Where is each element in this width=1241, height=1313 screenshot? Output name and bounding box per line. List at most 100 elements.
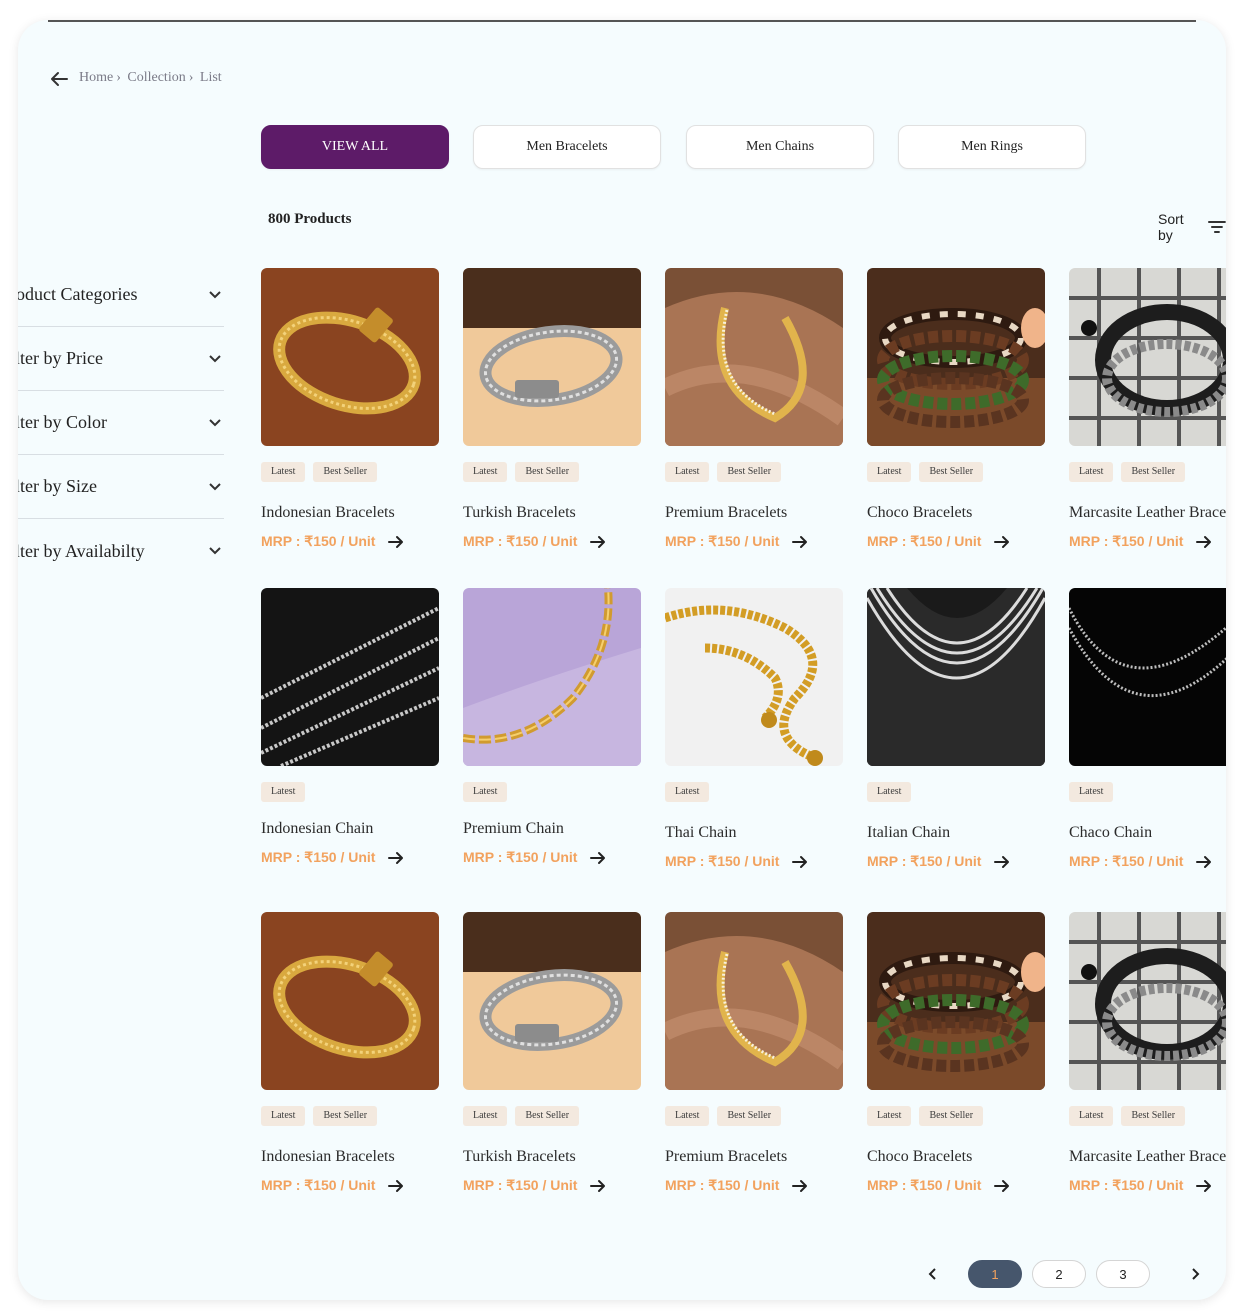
product-price: MRP : ₹150 / Unit xyxy=(261,533,405,550)
badge-latest: Latest xyxy=(463,782,508,802)
badge-group: Latest Best Seller xyxy=(867,462,984,482)
product-name[interactable]: Indonesian Chain xyxy=(261,820,373,838)
product-image[interactable] xyxy=(867,912,1045,1090)
product-name[interactable]: Turkish Bracelets xyxy=(463,504,576,522)
arrow-right-icon[interactable] xyxy=(1195,1179,1213,1193)
arrow-right-icon[interactable] xyxy=(1195,535,1213,549)
badge-group: Latest Best Seller xyxy=(261,1106,378,1126)
product-price: MRP : ₹150 / Unit xyxy=(665,853,809,870)
filter-color[interactable]: Filter by Color xyxy=(18,391,224,455)
product-card[interactable]: Latest Best Seller Turkish Bracelets MRP : … xyxy=(463,268,643,549)
product-card[interactable]: Latest Indonesian Chain MRP : ₹150 / Unit xyxy=(261,588,441,865)
arrow-right-icon[interactable] xyxy=(791,855,809,869)
tab-men-rings[interactable]: Men Rings xyxy=(898,125,1086,169)
chevron-down-icon xyxy=(209,290,221,298)
product-image[interactable] xyxy=(665,268,843,446)
product-price: MRP : ₹150 / Unit xyxy=(867,853,1011,870)
product-image[interactable] xyxy=(1069,588,1226,766)
product-name[interactable]: Indonesian Bracelets xyxy=(261,1148,395,1166)
product-image[interactable] xyxy=(261,588,439,766)
page-button-1[interactable]: 1 xyxy=(968,1260,1022,1288)
badge-best-seller: Best Seller xyxy=(919,462,984,482)
arrow-right-icon[interactable] xyxy=(589,851,607,865)
price-text: MRP : ₹150 / Unit xyxy=(261,1177,376,1193)
product-name[interactable]: Indonesian Bracelets xyxy=(261,504,395,522)
product-card[interactable]: Latest Best Seller Indonesian Bracelets MRP… xyxy=(261,912,441,1193)
tab-men-bracelets[interactable]: Men Bracelets xyxy=(473,125,661,169)
filter-product-categories[interactable]: Product Categories xyxy=(18,263,224,327)
product-image[interactable] xyxy=(867,268,1045,446)
page-button-2[interactable]: 2 xyxy=(1032,1260,1086,1288)
product-image[interactable] xyxy=(463,912,641,1090)
product-image[interactable] xyxy=(1069,912,1226,1090)
filter-size[interactable]: Filter by Size xyxy=(18,455,224,519)
arrow-right-icon[interactable] xyxy=(387,535,405,549)
product-card[interactable]: Latest Best Seller Premium Bracelets MRP : … xyxy=(665,912,845,1193)
arrow-right-icon[interactable] xyxy=(993,1179,1011,1193)
product-name[interactable]: Marcasite Leather Bracelets xyxy=(1069,504,1226,522)
back-arrow-icon[interactable] xyxy=(48,68,70,90)
price-text: MRP : ₹150 / Unit xyxy=(1069,533,1184,549)
product-card[interactable]: Latest Chaco Chain MRP : ₹150 / Unit xyxy=(1069,588,1226,869)
product-name[interactable]: Choco Bracelets xyxy=(867,1148,972,1166)
product-image[interactable] xyxy=(1069,268,1226,446)
product-name[interactable]: Premium Bracelets xyxy=(665,504,787,522)
page-frame: Home › Collection › List VIEW ALL Men Brac… xyxy=(18,20,1226,1300)
product-name[interactable]: Thai Chain xyxy=(665,824,737,842)
arrow-right-icon[interactable] xyxy=(387,1179,405,1193)
product-card[interactable]: Latest Best Seller Marcasite Leather Brace… xyxy=(1069,268,1226,549)
arrow-right-icon[interactable] xyxy=(791,1179,809,1193)
product-image[interactable] xyxy=(463,268,641,446)
filter-availability[interactable]: Filter by Availabilty xyxy=(18,519,224,583)
chevron-right-icon[interactable] xyxy=(1186,1265,1204,1283)
page-button-3[interactable]: 3 xyxy=(1096,1260,1150,1288)
filter-price[interactable]: Filter by Price xyxy=(18,327,224,391)
arrow-right-icon[interactable] xyxy=(387,851,405,865)
chevron-left-icon[interactable] xyxy=(924,1265,942,1283)
product-name[interactable]: Italian Chain xyxy=(867,824,950,842)
product-name[interactable]: Turkish Bracelets xyxy=(463,1148,576,1166)
arrow-right-icon[interactable] xyxy=(589,535,607,549)
product-card[interactable]: Latest Italian Chain MRP : ₹150 / Unit xyxy=(867,588,1047,869)
product-image[interactable] xyxy=(867,588,1045,766)
product-name[interactable]: Chaco Chain xyxy=(1069,824,1152,842)
badge-latest: Latest xyxy=(867,1106,912,1126)
badge-latest: Latest xyxy=(1069,1106,1114,1126)
chevron-down-icon xyxy=(209,418,221,426)
product-card[interactable]: Latest Best Seller Choco Bracelets MRP : ₹1… xyxy=(867,268,1047,549)
product-name[interactable]: Choco Bracelets xyxy=(867,504,972,522)
breadcrumb-collection[interactable]: Collection xyxy=(127,70,185,85)
product-name[interactable]: Premium Bracelets xyxy=(665,1148,787,1166)
badge-group: Latest Best Seller xyxy=(1069,1106,1186,1126)
breadcrumb-home[interactable]: Home xyxy=(79,70,113,85)
badge-best-seller: Best Seller xyxy=(515,462,580,482)
arrow-right-icon[interactable] xyxy=(993,535,1011,549)
product-image[interactable] xyxy=(261,912,439,1090)
tab-men-chains[interactable]: Men Chains xyxy=(686,125,874,169)
sort-icon xyxy=(1208,221,1226,233)
arrow-right-icon[interactable] xyxy=(993,855,1011,869)
filter-label: Filter by Color xyxy=(18,412,107,432)
arrow-right-icon[interactable] xyxy=(791,535,809,549)
price-text: MRP : ₹150 / Unit xyxy=(463,1177,578,1193)
product-card[interactable]: Latest Premium Chain MRP : ₹150 / Unit xyxy=(463,588,643,865)
product-card[interactable]: Latest Best Seller Choco Bracelets MRP : ₹1… xyxy=(867,912,1047,1193)
product-image[interactable] xyxy=(665,588,843,766)
product-card[interactable]: Latest Best Seller Turkish Bracelets MRP : … xyxy=(463,912,643,1193)
arrow-right-icon[interactable] xyxy=(1195,855,1213,869)
product-image[interactable] xyxy=(463,588,641,766)
product-name[interactable]: Premium Chain xyxy=(463,820,564,838)
sort-by-label: Sort by xyxy=(1158,211,1184,243)
product-image[interactable] xyxy=(261,268,439,446)
badge-best-seller: Best Seller xyxy=(313,462,378,482)
product-card[interactable]: Latest Best Seller Marcasite Leather Brace… xyxy=(1069,912,1226,1193)
product-card[interactable]: Latest Best Seller Indonesian Bracelets MRP… xyxy=(261,268,441,549)
product-card[interactable]: Latest Thai Chain MRP : ₹150 / Unit xyxy=(665,588,845,869)
sort-by-button[interactable]: Sort by xyxy=(1158,211,1226,243)
tab-view-all[interactable]: VIEW ALL xyxy=(261,125,449,169)
product-card[interactable]: Latest Best Seller Premium Bracelets MRP : … xyxy=(665,268,845,549)
badge-latest: Latest xyxy=(665,462,710,482)
product-name[interactable]: Marcasite Leather Bracelets xyxy=(1069,1148,1226,1166)
product-image[interactable] xyxy=(665,912,843,1090)
arrow-right-icon[interactable] xyxy=(589,1179,607,1193)
